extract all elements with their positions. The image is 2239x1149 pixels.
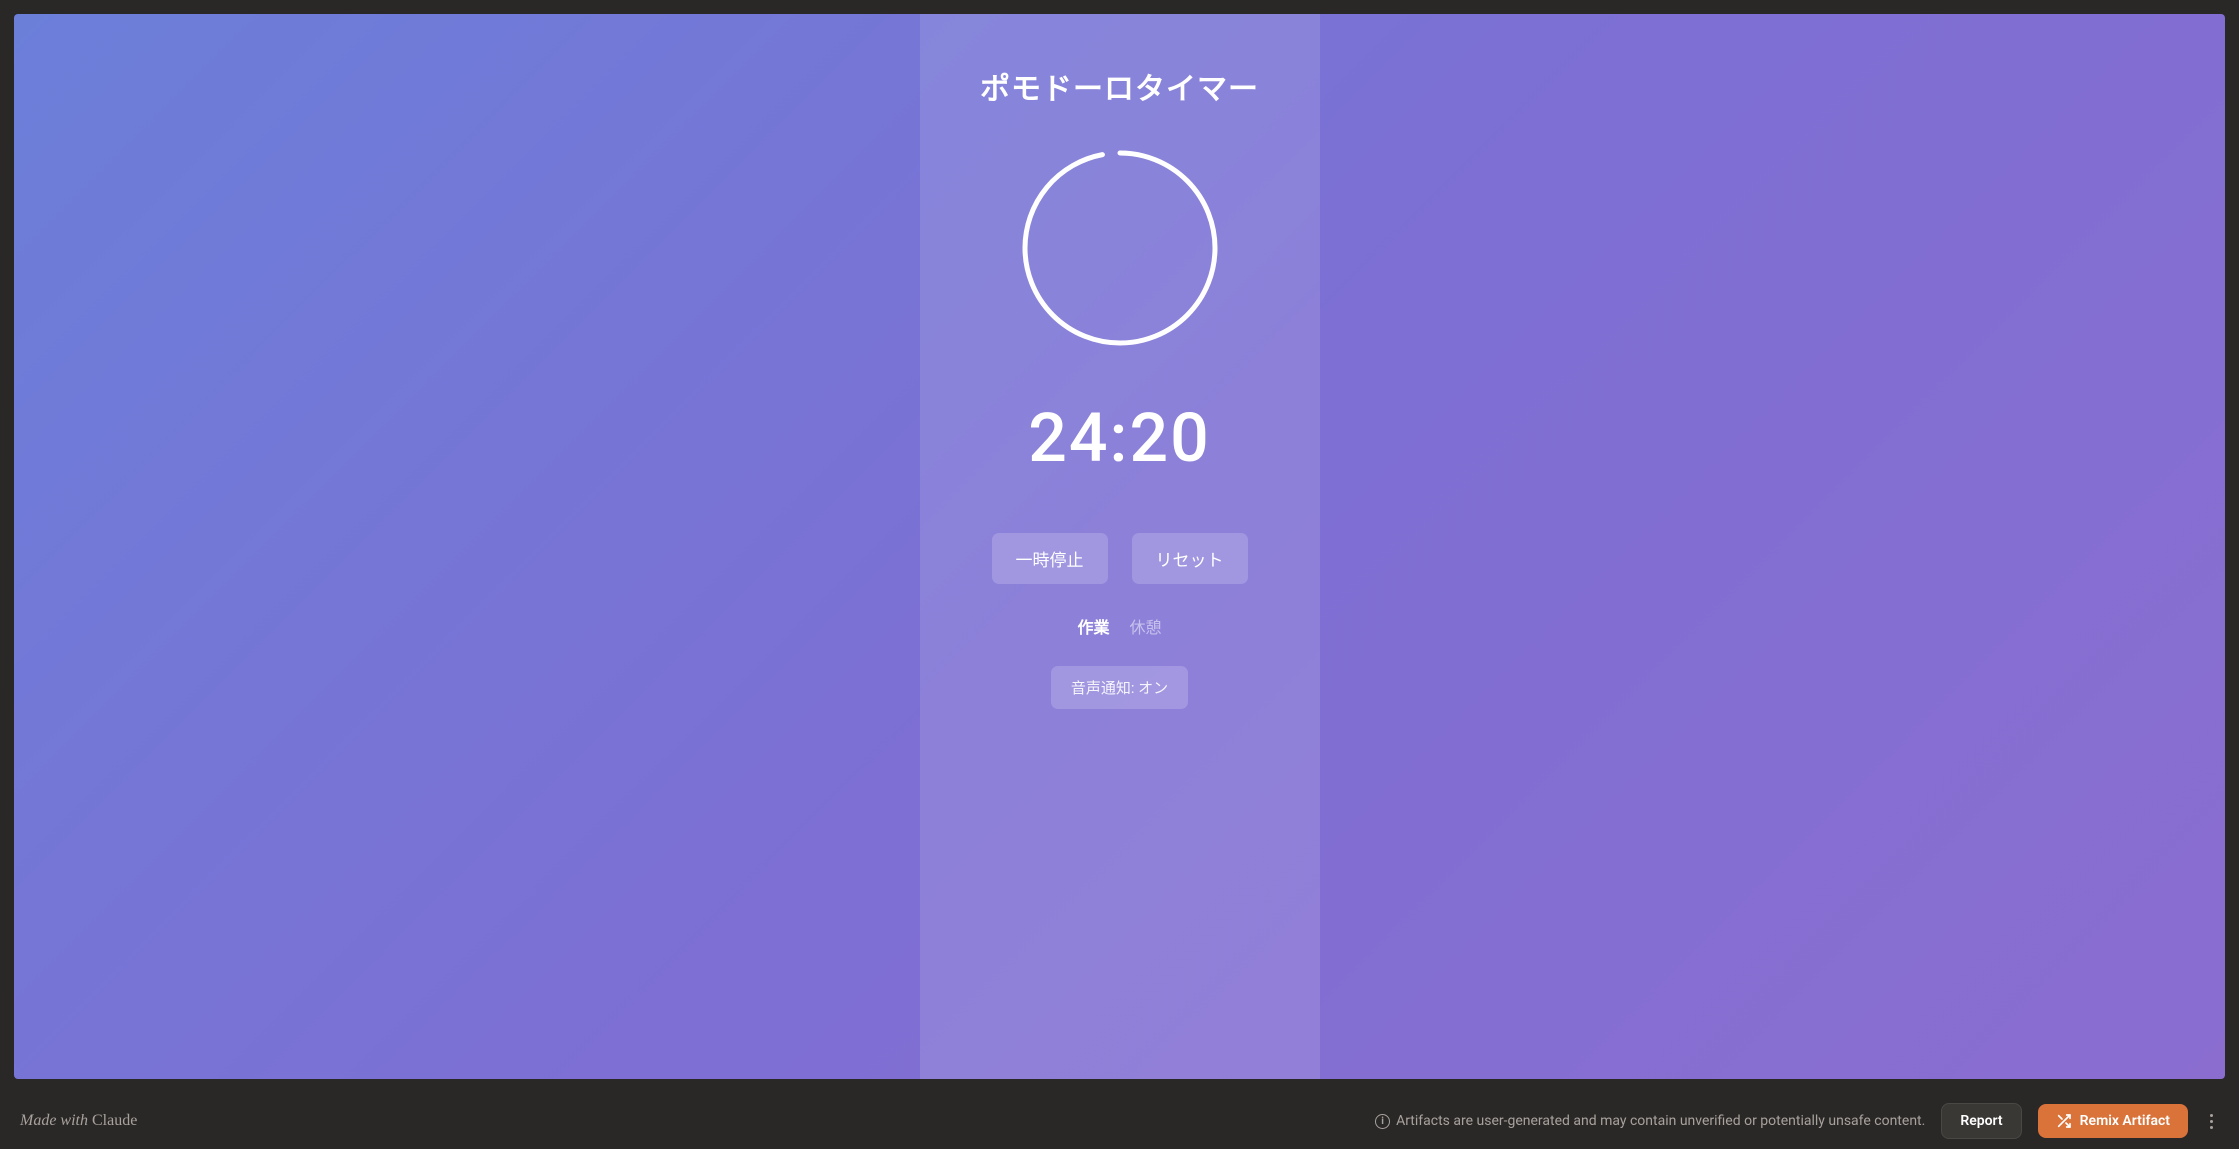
shuffle-icon bbox=[2056, 1113, 2072, 1129]
bottom-bar: Made with Claude i Artifacts are user-ge… bbox=[0, 1093, 2239, 1149]
menu-dots-icon[interactable] bbox=[2204, 1111, 2219, 1131]
remix-label: Remix Artifact bbox=[2080, 1113, 2170, 1129]
mode-work[interactable]: 作業 bbox=[1077, 614, 1109, 638]
reset-button[interactable]: リセット bbox=[1132, 533, 1248, 584]
time-display: 24:20 bbox=[1028, 398, 1211, 478]
pause-button[interactable]: 一時停止 bbox=[992, 533, 1108, 584]
made-with-prefix: Made with bbox=[20, 1112, 92, 1129]
info-icon: i bbox=[1375, 1114, 1390, 1129]
progress-arc bbox=[1025, 153, 1215, 343]
app-content: ポモドーロタイマー 24:20 一時停止 リセット 作業 休憩 音声通知: オン bbox=[14, 14, 2225, 1079]
mode-row: 作業 休憩 bbox=[1077, 614, 1161, 638]
warning-text: Artifacts are user-generated and may con… bbox=[1396, 1113, 1925, 1129]
made-with-label: Made with Claude bbox=[20, 1112, 137, 1130]
warning-message: i Artifacts are user-generated and may c… bbox=[1375, 1113, 1925, 1129]
mode-break[interactable]: 休憩 bbox=[1130, 614, 1162, 638]
made-with-brand: Claude bbox=[92, 1112, 137, 1129]
remix-button[interactable]: Remix Artifact bbox=[2038, 1104, 2188, 1138]
app-frame: ポモドーロタイマー 24:20 一時停止 リセット 作業 休憩 音声通知: オン bbox=[0, 0, 2239, 1093]
button-row: 一時停止 リセット bbox=[992, 533, 1248, 584]
report-button[interactable]: Report bbox=[1941, 1103, 2021, 1139]
sound-toggle-button[interactable]: 音声通知: オン bbox=[1051, 666, 1188, 709]
progress-ring bbox=[1020, 148, 1220, 348]
timer-title: ポモドーロタイマー bbox=[980, 64, 1259, 108]
timer-card: ポモドーロタイマー 24:20 一時停止 リセット 作業 休憩 音声通知: オン bbox=[920, 14, 1320, 1079]
